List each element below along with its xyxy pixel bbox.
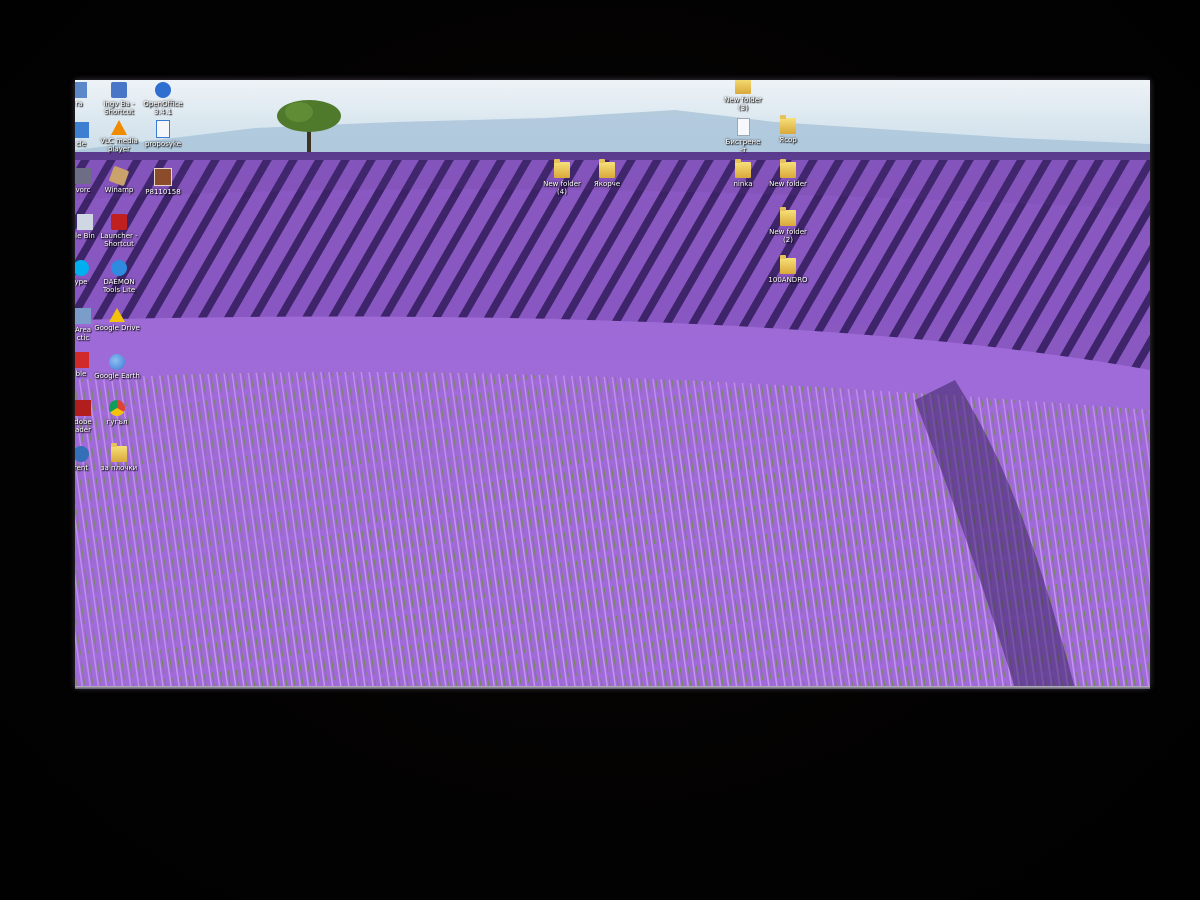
folder-icon (780, 159, 796, 178)
folder-icon (780, 207, 796, 226)
partial-icon (75, 400, 91, 416)
desktop-icon-edge[interactable]: rent (75, 446, 113, 472)
desktop-icon-proposyke[interactable]: proposyke (131, 120, 195, 148)
desktop-icon-edge[interactable]: dobe ader (75, 400, 115, 434)
recycle-bin-icon (77, 214, 93, 230)
desktop-icon-yasor[interactable]: Ясор (756, 115, 820, 144)
desktop-icon-skype[interactable]: ype (75, 260, 113, 286)
document-icon (736, 118, 750, 136)
desktop-screen[interactable]: ingv Ba - Shortcut OpenOffice 3.4.1 VLC … (75, 80, 1150, 688)
folder-icon (735, 80, 751, 94)
openoffice-icon (155, 82, 171, 98)
document-icon (156, 120, 170, 138)
folder-icon (599, 159, 615, 178)
photo-icon (154, 168, 172, 186)
vlc-icon (111, 120, 127, 135)
desktop-icon-openoffice[interactable]: OpenOffice 3.4.1 (131, 82, 195, 116)
desktop-icon-edge[interactable]: cle (75, 122, 113, 148)
partial-icon (75, 82, 87, 98)
folder-icon (735, 159, 751, 178)
folder-icon (780, 255, 796, 274)
folder-icon (780, 115, 796, 134)
desktop-icon-edge[interactable]: ble (75, 352, 113, 378)
partial-icon (75, 122, 89, 138)
desktop-icon-edge[interactable]: Area ctic (75, 308, 115, 342)
folder-icon (111, 443, 127, 462)
partial-icon (75, 352, 89, 368)
desktop-icon-edge[interactable]: ra (75, 82, 111, 108)
daemon-icon (111, 260, 127, 276)
partial-icon (75, 168, 91, 184)
shortcut-icon (111, 82, 127, 98)
desktop-icon-100andro[interactable]: 100ANDRO (756, 255, 820, 284)
folder-icon (554, 159, 570, 178)
skype-icon (75, 260, 89, 276)
partial-icon (75, 308, 91, 324)
taskbar-edge[interactable] (75, 686, 1150, 689)
desktop-icon-new-folder-2[interactable]: New folder (2) (756, 207, 820, 244)
desktop-icon-yakorche[interactable]: Якорче (575, 159, 639, 188)
desktop-icon-new-folder-3[interactable]: New folder (3) (711, 80, 775, 112)
desktop-icon-recycle-bin[interactable]: le Bin (75, 214, 117, 240)
desktop-icon-new-folder[interactable]: New folder (756, 159, 820, 188)
desktop-icon-photo[interactable]: P8110158 (131, 168, 195, 196)
partial-icon (75, 446, 89, 462)
desktop-icon-edge[interactable]: vorc (75, 168, 115, 194)
